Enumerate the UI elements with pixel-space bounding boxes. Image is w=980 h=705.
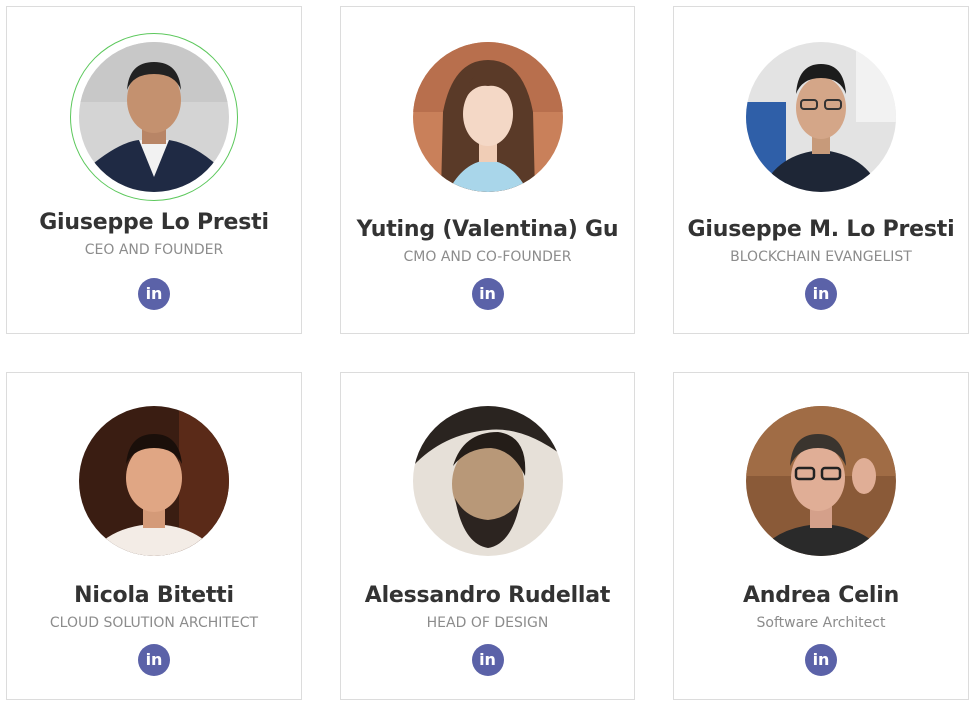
avatar-frame [78,405,230,557]
avatar[interactable] [412,406,563,556]
linkedin-button[interactable]: in [471,644,504,676]
portrait-image [746,42,896,192]
portrait-image [79,406,229,556]
avatar[interactable] [412,42,563,192]
linkedin-icon: in [479,284,496,303]
team-card-giuseppe-lo-presti: Giuseppe Lo Presti CEO AND FOUNDER in [6,6,302,334]
avatar-hover-ring [70,33,238,201]
member-role: BLOCKCHAIN EVANGELIST [730,249,912,265]
team-card-andrea-celin: Andrea Celin Software Architect in [673,372,969,700]
member-role: Software Architect [756,615,886,631]
avatar[interactable] [746,42,896,192]
linkedin-button[interactable]: in [138,278,170,310]
member-role: CMO AND CO-FOUNDER [403,249,572,265]
linkedin-button[interactable]: in [471,278,504,310]
team-card-nicola-bitetti: Nicola Bitetti CLOUD SOLUTION ARCHITECT … [6,372,302,700]
team-card-alessandro-rudellat: Alessandro Rudellat HEAD OF DESIGN in [340,372,635,700]
portrait-image [79,42,229,192]
avatar[interactable] [79,406,229,556]
linkedin-icon: in [145,650,163,669]
team-card-yuting-gu: Yuting (Valentina) Gu CMO AND CO-FOUNDER… [340,6,635,334]
member-name: Giuseppe M. Lo Presti [687,217,955,242]
team-card-giuseppe-m-lo-presti: Giuseppe M. Lo Presti BLOCKCHAIN EVANGEL… [673,6,969,334]
linkedin-icon: in [145,284,163,303]
member-role: CEO AND FOUNDER [84,242,224,258]
portrait-image [412,406,563,556]
linkedin-button[interactable]: in [805,278,837,310]
member-name: Andrea Celin [742,583,900,608]
linkedin-button[interactable]: in [138,644,170,676]
linkedin-icon: in [812,650,830,669]
member-name: Yuting (Valentina) Gu [356,217,619,242]
linkedin-icon: in [812,284,830,303]
member-role: CLOUD SOLUTION ARCHITECT [49,615,259,631]
member-name: Giuseppe Lo Presti [39,210,269,235]
avatar-frame [412,405,564,557]
portrait-image [746,406,896,556]
linkedin-button[interactable]: in [805,644,837,676]
avatar-frame [412,41,564,193]
avatar-frame [745,41,897,193]
member-role: HEAD OF DESIGN [426,615,549,631]
member-name: Nicola Bitetti [74,583,234,608]
member-name: Alessandro Rudellat [364,583,611,608]
avatar[interactable] [746,406,896,556]
linkedin-icon: in [479,650,496,669]
team-grid: Giuseppe Lo Presti CEO AND FOUNDER in Yu… [0,0,980,705]
avatar[interactable] [79,42,229,192]
avatar-frame [745,405,897,557]
portrait-image [412,42,563,192]
